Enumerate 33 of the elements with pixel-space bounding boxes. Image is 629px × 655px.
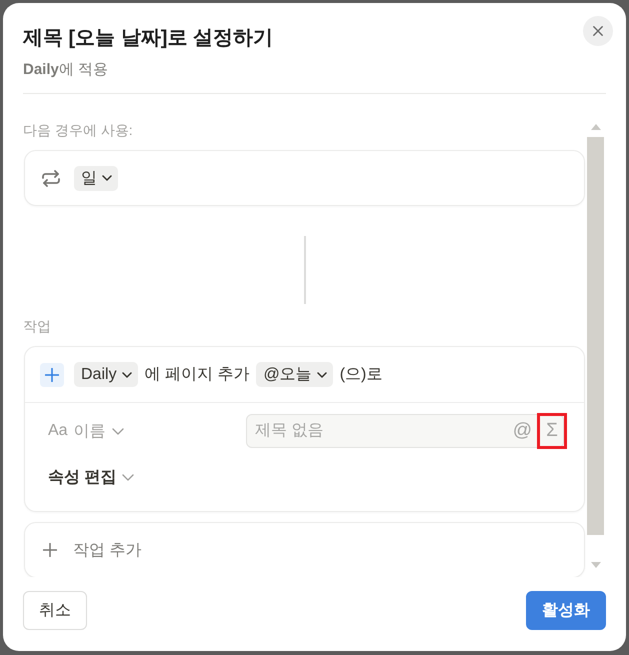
- formula-button[interactable]: Σ: [537, 413, 567, 449]
- database-dropdown[interactable]: Daily: [74, 362, 138, 387]
- cancel-button[interactable]: 취소: [23, 591, 87, 630]
- chevron-down-icon: [122, 372, 132, 378]
- chevron-down-icon: [102, 175, 112, 181]
- chevron-down-icon: [316, 372, 327, 378]
- section-label: 작업: [23, 317, 51, 336]
- add-action-button[interactable]: 작업 추가: [24, 522, 585, 577]
- title-field[interactable]: 제목 없음 @ Σ: [246, 414, 564, 448]
- mention-button[interactable]: @: [512, 420, 532, 442]
- frequency-dropdown[interactable]: 일: [74, 166, 118, 190]
- section-label: 다음 경우에 사용:: [23, 121, 133, 140]
- close-button[interactable]: [583, 16, 613, 46]
- repeat-icon: [41, 170, 61, 186]
- edit-properties-dropdown[interactable]: 속성 편집: [48, 461, 134, 493]
- scroll-up-icon[interactable]: [590, 124, 600, 130]
- add-button[interactable]: [40, 362, 64, 386]
- chevron-down-icon: [112, 428, 124, 434]
- activate-button[interactable]: 활성화: [526, 591, 606, 630]
- dialog-subtitle: Daily에 적용: [23, 60, 108, 80]
- property-dropdown[interactable]: Aa 이름: [48, 417, 124, 445]
- chevron-down-icon: [122, 474, 134, 480]
- close-icon: [593, 26, 603, 36]
- connector-line: [304, 236, 306, 304]
- action-text: (으)로: [340, 365, 382, 385]
- scrollbar-thumb[interactable]: [587, 137, 604, 535]
- text-property-icon: Aa: [48, 422, 68, 440]
- plus-icon: [43, 543, 57, 557]
- date-dropdown[interactable]: @오늘: [256, 362, 333, 387]
- action-text: 에 페이지 추가: [144, 365, 250, 385]
- dialog-title: 제목 [오늘 날짜]로 설정하기: [23, 26, 273, 51]
- scroll-down-icon[interactable]: [590, 562, 600, 568]
- plus-icon: [45, 368, 59, 382]
